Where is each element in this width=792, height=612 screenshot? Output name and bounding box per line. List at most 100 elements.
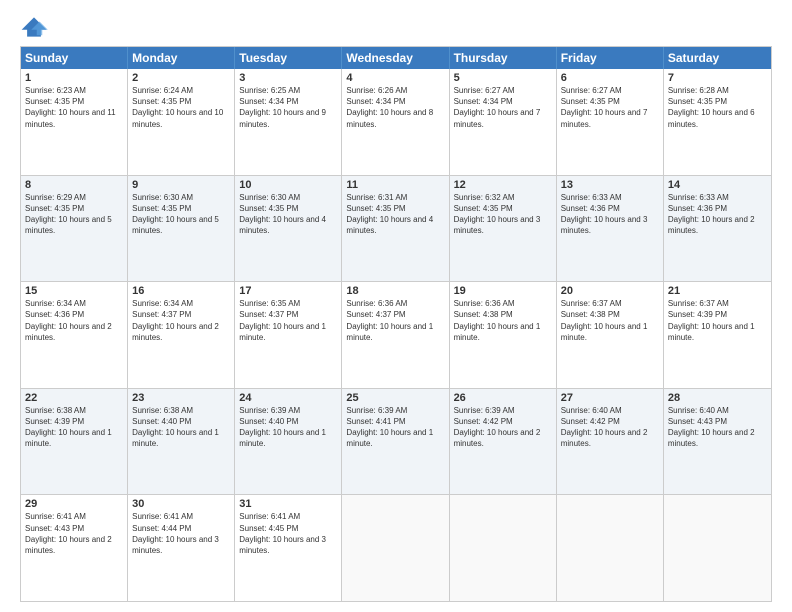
day-number: 24	[239, 392, 337, 404]
logo	[20, 16, 52, 38]
calendar-cell: 8Sunrise: 6:29 AMSunset: 4:35 PMDaylight…	[21, 176, 128, 282]
day-number: 7	[668, 72, 767, 84]
calendar-cell: 22Sunrise: 6:38 AMSunset: 4:39 PMDayligh…	[21, 389, 128, 495]
day-detail: Sunrise: 6:41 AMSunset: 4:43 PMDaylight:…	[25, 511, 123, 556]
calendar-cell: 2Sunrise: 6:24 AMSunset: 4:35 PMDaylight…	[128, 69, 235, 175]
day-detail: Sunrise: 6:41 AMSunset: 4:45 PMDaylight:…	[239, 511, 337, 556]
day-detail: Sunrise: 6:40 AMSunset: 4:42 PMDaylight:…	[561, 405, 659, 450]
day-detail: Sunrise: 6:37 AMSunset: 4:39 PMDaylight:…	[668, 298, 767, 343]
header-day: Wednesday	[342, 47, 449, 69]
day-number: 27	[561, 392, 659, 404]
day-number: 29	[25, 498, 123, 510]
header-day: Tuesday	[235, 47, 342, 69]
header	[20, 16, 772, 38]
calendar-cell: 12Sunrise: 6:32 AMSunset: 4:35 PMDayligh…	[450, 176, 557, 282]
calendar-cell-empty	[664, 495, 771, 601]
calendar-cell: 13Sunrise: 6:33 AMSunset: 4:36 PMDayligh…	[557, 176, 664, 282]
day-detail: Sunrise: 6:25 AMSunset: 4:34 PMDaylight:…	[239, 85, 337, 130]
day-number: 13	[561, 179, 659, 191]
calendar-cell-empty	[450, 495, 557, 601]
calendar-cell: 20Sunrise: 6:37 AMSunset: 4:38 PMDayligh…	[557, 282, 664, 388]
day-number: 12	[454, 179, 552, 191]
day-number: 17	[239, 285, 337, 297]
calendar-cell: 19Sunrise: 6:36 AMSunset: 4:38 PMDayligh…	[450, 282, 557, 388]
day-detail: Sunrise: 6:36 AMSunset: 4:38 PMDaylight:…	[454, 298, 552, 343]
day-number: 4	[346, 72, 444, 84]
calendar-week-row: 8Sunrise: 6:29 AMSunset: 4:35 PMDaylight…	[21, 175, 771, 282]
calendar-cell: 9Sunrise: 6:30 AMSunset: 4:35 PMDaylight…	[128, 176, 235, 282]
day-detail: Sunrise: 6:27 AMSunset: 4:35 PMDaylight:…	[561, 85, 659, 130]
calendar-cell: 3Sunrise: 6:25 AMSunset: 4:34 PMDaylight…	[235, 69, 342, 175]
day-number: 21	[668, 285, 767, 297]
day-detail: Sunrise: 6:39 AMSunset: 4:40 PMDaylight:…	[239, 405, 337, 450]
day-number: 1	[25, 72, 123, 84]
day-detail: Sunrise: 6:38 AMSunset: 4:40 PMDaylight:…	[132, 405, 230, 450]
calendar-cell: 24Sunrise: 6:39 AMSunset: 4:40 PMDayligh…	[235, 389, 342, 495]
day-number: 6	[561, 72, 659, 84]
calendar-week-row: 22Sunrise: 6:38 AMSunset: 4:39 PMDayligh…	[21, 388, 771, 495]
day-number: 28	[668, 392, 767, 404]
logo-icon	[20, 16, 48, 38]
calendar-cell: 31Sunrise: 6:41 AMSunset: 4:45 PMDayligh…	[235, 495, 342, 601]
day-number: 14	[668, 179, 767, 191]
day-detail: Sunrise: 6:41 AMSunset: 4:44 PMDaylight:…	[132, 511, 230, 556]
day-detail: Sunrise: 6:32 AMSunset: 4:35 PMDaylight:…	[454, 192, 552, 237]
calendar-cell: 26Sunrise: 6:39 AMSunset: 4:42 PMDayligh…	[450, 389, 557, 495]
day-number: 22	[25, 392, 123, 404]
calendar-cell: 5Sunrise: 6:27 AMSunset: 4:34 PMDaylight…	[450, 69, 557, 175]
day-detail: Sunrise: 6:34 AMSunset: 4:36 PMDaylight:…	[25, 298, 123, 343]
calendar-cell: 30Sunrise: 6:41 AMSunset: 4:44 PMDayligh…	[128, 495, 235, 601]
day-number: 9	[132, 179, 230, 191]
calendar-cell: 21Sunrise: 6:37 AMSunset: 4:39 PMDayligh…	[664, 282, 771, 388]
calendar-cell: 29Sunrise: 6:41 AMSunset: 4:43 PMDayligh…	[21, 495, 128, 601]
header-day: Friday	[557, 47, 664, 69]
calendar-cell: 15Sunrise: 6:34 AMSunset: 4:36 PMDayligh…	[21, 282, 128, 388]
header-day: Sunday	[21, 47, 128, 69]
day-number: 31	[239, 498, 337, 510]
day-detail: Sunrise: 6:31 AMSunset: 4:35 PMDaylight:…	[346, 192, 444, 237]
calendar-cell: 10Sunrise: 6:30 AMSunset: 4:35 PMDayligh…	[235, 176, 342, 282]
calendar-header: SundayMondayTuesdayWednesdayThursdayFrid…	[21, 47, 771, 69]
calendar-cell: 4Sunrise: 6:26 AMSunset: 4:34 PMDaylight…	[342, 69, 449, 175]
day-detail: Sunrise: 6:33 AMSunset: 4:36 PMDaylight:…	[668, 192, 767, 237]
day-detail: Sunrise: 6:26 AMSunset: 4:34 PMDaylight:…	[346, 85, 444, 130]
day-number: 30	[132, 498, 230, 510]
day-number: 15	[25, 285, 123, 297]
header-day: Monday	[128, 47, 235, 69]
calendar-cell: 28Sunrise: 6:40 AMSunset: 4:43 PMDayligh…	[664, 389, 771, 495]
calendar: SundayMondayTuesdayWednesdayThursdayFrid…	[20, 46, 772, 602]
day-detail: Sunrise: 6:29 AMSunset: 4:35 PMDaylight:…	[25, 192, 123, 237]
day-detail: Sunrise: 6:30 AMSunset: 4:35 PMDaylight:…	[132, 192, 230, 237]
day-detail: Sunrise: 6:24 AMSunset: 4:35 PMDaylight:…	[132, 85, 230, 130]
day-number: 25	[346, 392, 444, 404]
header-day: Saturday	[664, 47, 771, 69]
calendar-cell: 7Sunrise: 6:28 AMSunset: 4:35 PMDaylight…	[664, 69, 771, 175]
day-detail: Sunrise: 6:40 AMSunset: 4:43 PMDaylight:…	[668, 405, 767, 450]
calendar-cell: 18Sunrise: 6:36 AMSunset: 4:37 PMDayligh…	[342, 282, 449, 388]
day-detail: Sunrise: 6:28 AMSunset: 4:35 PMDaylight:…	[668, 85, 767, 130]
calendar-cell: 23Sunrise: 6:38 AMSunset: 4:40 PMDayligh…	[128, 389, 235, 495]
header-day: Thursday	[450, 47, 557, 69]
day-detail: Sunrise: 6:38 AMSunset: 4:39 PMDaylight:…	[25, 405, 123, 450]
day-number: 3	[239, 72, 337, 84]
calendar-cell: 14Sunrise: 6:33 AMSunset: 4:36 PMDayligh…	[664, 176, 771, 282]
calendar-cell: 6Sunrise: 6:27 AMSunset: 4:35 PMDaylight…	[557, 69, 664, 175]
day-number: 20	[561, 285, 659, 297]
calendar-week-row: 29Sunrise: 6:41 AMSunset: 4:43 PMDayligh…	[21, 494, 771, 601]
day-number: 16	[132, 285, 230, 297]
day-detail: Sunrise: 6:39 AMSunset: 4:41 PMDaylight:…	[346, 405, 444, 450]
calendar-cell: 16Sunrise: 6:34 AMSunset: 4:37 PMDayligh…	[128, 282, 235, 388]
calendar-week-row: 15Sunrise: 6:34 AMSunset: 4:36 PMDayligh…	[21, 281, 771, 388]
day-number: 19	[454, 285, 552, 297]
day-number: 26	[454, 392, 552, 404]
page: SundayMondayTuesdayWednesdayThursdayFrid…	[0, 0, 792, 612]
calendar-cell-empty	[557, 495, 664, 601]
day-number: 8	[25, 179, 123, 191]
day-number: 23	[132, 392, 230, 404]
calendar-cell: 17Sunrise: 6:35 AMSunset: 4:37 PMDayligh…	[235, 282, 342, 388]
calendar-body: 1Sunrise: 6:23 AMSunset: 4:35 PMDaylight…	[21, 69, 771, 601]
day-detail: Sunrise: 6:33 AMSunset: 4:36 PMDaylight:…	[561, 192, 659, 237]
day-detail: Sunrise: 6:36 AMSunset: 4:37 PMDaylight:…	[346, 298, 444, 343]
calendar-cell: 27Sunrise: 6:40 AMSunset: 4:42 PMDayligh…	[557, 389, 664, 495]
day-number: 10	[239, 179, 337, 191]
